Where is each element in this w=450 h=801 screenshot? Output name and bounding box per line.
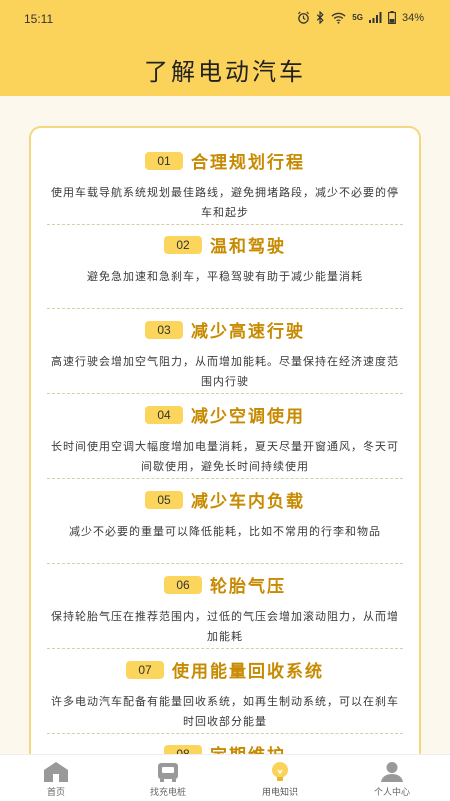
tip-title: 减少空调使用 (191, 407, 305, 427)
tip-number-badge: 02 (164, 235, 202, 254)
battery-icon (388, 11, 396, 24)
tip-divider (47, 478, 403, 479)
user-icon (381, 762, 403, 782)
tip-number-badge: 03 (145, 320, 183, 339)
tip-title: 使用能量回收系统 (172, 662, 324, 682)
status-icons: 5G 34% (297, 11, 424, 24)
tip-item: 03 减少高速行驶高速行驶会增加空气阻力，从而增加能耗。尽量保持在经济速度范围内行… (47, 317, 403, 392)
tip-description: 高速行驶会增加空气阻力，从而增加能耗。尽量保持在经济速度范围内行驶 (51, 355, 399, 388)
wifi-icon (331, 12, 346, 24)
charger-icon (158, 763, 178, 782)
bottom-tab-bar: 首页 找充电桩 用电知识 个人中心 (0, 754, 450, 801)
network-type: 5G (352, 13, 363, 22)
page-title: 了解电动汽车 (144, 58, 306, 86)
tip-item: 01 合理规划行程使用车载导航系统规划最佳路线，避免拥堵路段，减少不必要的停车和起… (47, 148, 403, 223)
tab-profile-label: 个人中心 (373, 788, 410, 798)
tip-title: 合理规划行程 (191, 153, 305, 173)
tip-divider (47, 648, 403, 649)
tip-header: 01 合理规划行程 (47, 148, 403, 173)
tip-item: 06 轮胎气压保持轮胎气压在推荐范围内，过低的气压会增加滚动阻力，从而增加能耗 (47, 572, 403, 647)
tip-title: 温和驾驶 (210, 237, 286, 257)
home-icon (44, 762, 68, 782)
tip-number-badge: 04 (145, 405, 183, 424)
tab-knowledge-label: 用电知识 (261, 788, 298, 798)
tip-divider (47, 733, 403, 734)
signal-icon (368, 12, 382, 23)
tip-item: 02 温和驾驶避免急加速和急刹车，平稳驾驶有助于减少能量消耗 (47, 232, 403, 287)
tip-item: 07 使用能量回收系统许多电动汽车配备有能量回收系统，如再生制动系统，可以在刹车时… (47, 657, 403, 732)
tip-header: 07 使用能量回收系统 (47, 657, 403, 682)
status-time: 15:11 (24, 12, 54, 26)
tip-description: 使用车载导航系统规划最佳路线，避免拥堵路段，减少不必要的停车和起步 (51, 186, 399, 219)
tip-description: 减少不必要的重量可以降低能耗，比如不常用的行李和物品 (69, 525, 381, 538)
tab-profile[interactable]: 个人中心 (336, 755, 448, 801)
status-bar: 15:11 5G 34% (0, 0, 450, 36)
battery-level: 34% (401, 11, 424, 24)
tip-item: 05 减少车内负载减少不必要的重量可以降低能耗，比如不常用的行李和物品 (47, 487, 403, 542)
tab-find-charger-label: 找充电桩 (149, 788, 186, 798)
bulb-icon (272, 762, 288, 781)
tip-divider (47, 393, 403, 394)
tip-number-badge: 05 (145, 490, 183, 509)
tab-home[interactable]: 首页 (0, 755, 112, 801)
bluetooth-icon (317, 11, 324, 24)
header-bar: 15:11 5G 34% 了解电动汽车 (0, 0, 450, 96)
tab-home-label: 首页 (46, 788, 65, 798)
tip-description: 避免急加速和急刹车，平稳驾驶有助于减少能量消耗 (87, 270, 363, 283)
tip-header: 06 轮胎气压 (47, 572, 403, 597)
tip-divider (47, 308, 403, 309)
tip-header: 02 温和驾驶 (47, 232, 403, 257)
tip-description: 许多电动汽车配备有能量回收系统，如再生制动系统，可以在刹车时回收部分能量 (51, 695, 399, 728)
tips-card[interactable]: 01 合理规划行程使用车载导航系统规划最佳路线，避免拥堵路段，减少不必要的停车和起… (29, 126, 421, 786)
tab-find-charger[interactable]: 找充电桩 (112, 755, 224, 801)
tip-header: 05 减少车内负载 (47, 487, 403, 512)
tip-number-badge: 06 (164, 575, 202, 594)
tip-number-badge: 01 (145, 151, 183, 170)
tip-title: 减少车内负载 (191, 492, 305, 512)
tip-title: 轮胎气压 (210, 577, 286, 597)
tip-description: 长时间使用空调大幅度增加电量消耗，夏天尽量开窗通风，冬天可间歇使用，避免长时间持… (51, 440, 399, 473)
tip-header: 03 减少高速行驶 (47, 317, 403, 342)
tip-divider (47, 224, 403, 225)
tip-title: 减少高速行驶 (191, 322, 305, 342)
tip-description: 保持轮胎气压在推荐范围内，过低的气压会增加滚动阻力，从而增加能耗 (51, 610, 399, 643)
tip-divider (47, 563, 403, 564)
tip-header: 04 减少空调使用 (47, 402, 403, 427)
tip-number-badge: 07 (126, 660, 164, 679)
tip-item: 04 减少空调使用长时间使用空调大幅度增加电量消耗，夏天尽量开窗通风，冬天可间歇使… (47, 402, 403, 477)
tab-knowledge[interactable]: 用电知识 (224, 755, 336, 801)
alarm-icon (298, 11, 310, 24)
